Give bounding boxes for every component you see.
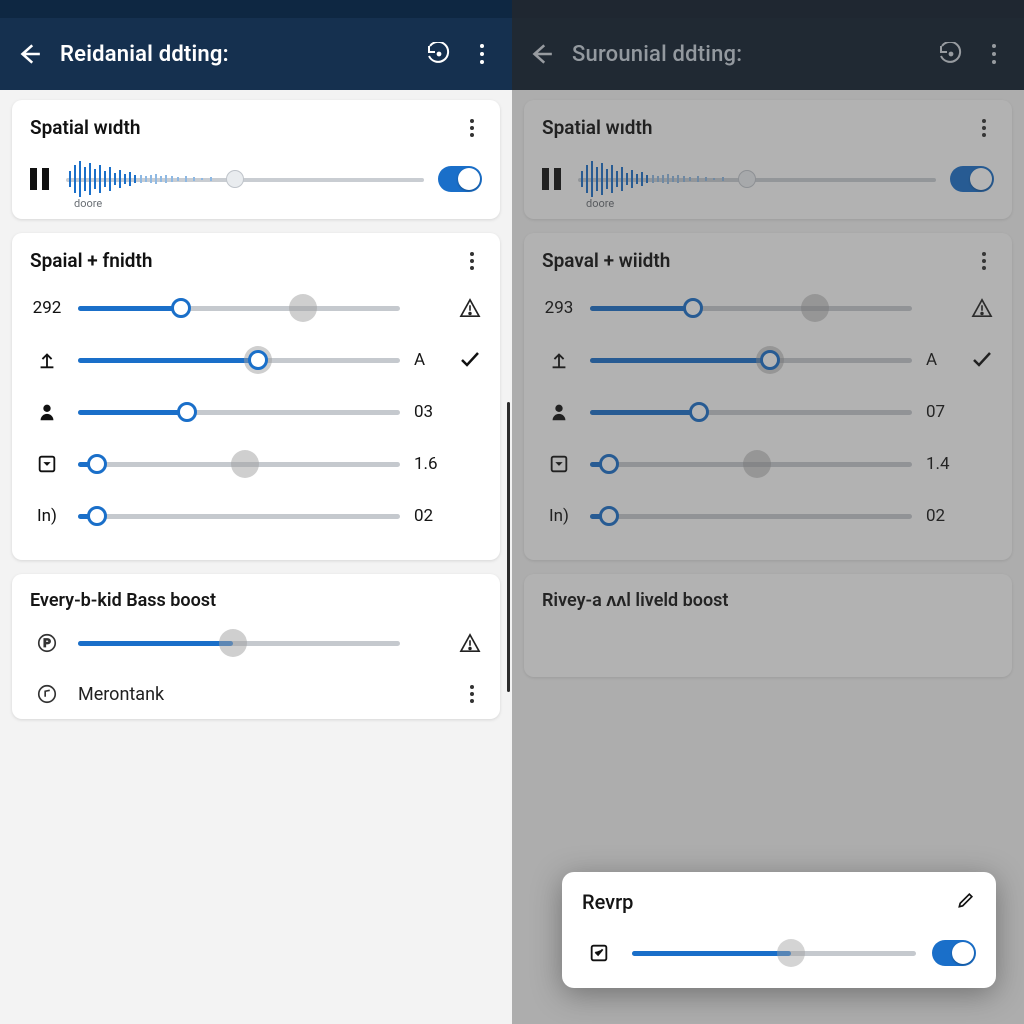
- slider[interactable]: [590, 402, 912, 422]
- row-value: 07: [926, 402, 956, 422]
- card-more-icon[interactable]: [462, 119, 482, 137]
- p-icon: P: [30, 632, 64, 654]
- bass-boost-card: Every-b-kid Bass boost P Merontank: [12, 574, 500, 719]
- box-icon: [30, 453, 64, 475]
- card-more-icon[interactable]: [974, 252, 994, 270]
- check-icon: [458, 348, 482, 372]
- slider[interactable]: [590, 506, 912, 526]
- row-value: 02: [414, 506, 444, 526]
- history-icon[interactable]: [422, 38, 454, 70]
- up-icon: [542, 349, 576, 371]
- slider-row: A: [30, 334, 482, 386]
- box-icon: [582, 942, 616, 964]
- slider[interactable]: [78, 454, 400, 474]
- slider[interactable]: [590, 350, 912, 370]
- card-title: Spaval + wiidth: [542, 249, 670, 272]
- spatial-toggle[interactable]: [950, 166, 994, 192]
- back-icon[interactable]: [528, 41, 554, 67]
- slider[interactable]: [590, 298, 912, 318]
- bass-slider[interactable]: [78, 633, 400, 653]
- row-value: 1.4: [926, 454, 956, 474]
- spatial-width-card: Spatial wıdth doore: [12, 100, 500, 219]
- spatial-toggle[interactable]: [438, 166, 482, 192]
- person-icon: [30, 401, 64, 423]
- popup-toggle[interactable]: [932, 940, 976, 966]
- merontank-label: Merontank: [78, 684, 164, 705]
- slider-row: 1.6: [30, 438, 482, 490]
- slider-row: In) 02: [542, 490, 994, 542]
- waveform-caption: doore: [586, 197, 614, 210]
- back-icon[interactable]: [16, 41, 42, 67]
- history-icon[interactable]: [934, 38, 966, 70]
- waveform-slider[interactable]: doore: [66, 157, 424, 201]
- row-more-icon[interactable]: [462, 685, 482, 703]
- sliders-card: Spaial + fnidth 292 A 03 1.6 In) 02: [12, 233, 500, 560]
- box-icon: [542, 453, 576, 475]
- slider-row: In) 02: [30, 490, 482, 542]
- card-more-icon[interactable]: [974, 119, 994, 137]
- app-bar: Reidanial ddting:: [0, 18, 512, 90]
- warning-icon: [970, 298, 994, 318]
- popup-slider[interactable]: [632, 943, 916, 963]
- row-value: 1.6: [414, 454, 444, 474]
- row-value: 02: [926, 506, 956, 526]
- app-bar: Surounial ddting:: [512, 18, 1024, 90]
- slider[interactable]: [78, 350, 400, 370]
- page-title: Reidanial ddting:: [60, 42, 416, 67]
- pause-icon[interactable]: [542, 168, 564, 190]
- revrp-popup: Revrp: [562, 872, 996, 988]
- scroll-indicator: [507, 402, 510, 692]
- slider[interactable]: [590, 454, 912, 474]
- waveform-slider[interactable]: doore: [578, 157, 936, 201]
- edit-icon[interactable]: [956, 890, 976, 914]
- slider-row: 293: [542, 282, 994, 334]
- row-label: In): [542, 506, 576, 526]
- status-bar: [512, 0, 1024, 18]
- slider-row: 1.4: [542, 438, 994, 490]
- sliders-card: Spaval + wiidth 293 A 07 1.4 In) 02: [524, 233, 1012, 560]
- slider-row: 03: [30, 386, 482, 438]
- slider-row: 292: [30, 282, 482, 334]
- row-label: 292: [30, 298, 64, 318]
- row-value: A: [414, 350, 444, 370]
- svg-text:P: P: [43, 638, 50, 650]
- card-title: Spatial wıdth: [542, 116, 652, 139]
- slider[interactable]: [78, 506, 400, 526]
- more-icon[interactable]: [978, 38, 1010, 70]
- card-title: Every-b-kid Bass boost: [30, 590, 482, 611]
- page-title: Surounial ddting:: [572, 42, 928, 67]
- card-title: Spatial wıdth: [30, 116, 140, 139]
- spatial-width-card: Spatial wıdth doore: [524, 100, 1012, 219]
- bass-boost-card: Rivey-a ʌʌl liveld boost: [524, 574, 1012, 677]
- card-title: Rivey-a ʌʌl liveld boost: [542, 590, 994, 611]
- slider[interactable]: [78, 298, 400, 318]
- row-label: In): [30, 506, 64, 526]
- row-value: A: [926, 350, 956, 370]
- slider-row: A: [542, 334, 994, 386]
- slider-row: 07: [542, 386, 994, 438]
- warning-icon: [458, 298, 482, 318]
- row-label: 293: [542, 298, 576, 318]
- more-icon[interactable]: [466, 38, 498, 70]
- popup-title: Revrp: [582, 890, 633, 914]
- status-bar: [0, 0, 512, 18]
- up-icon: [30, 349, 64, 371]
- waveform-caption: doore: [74, 197, 102, 210]
- music-icon: [30, 683, 64, 705]
- pause-icon[interactable]: [30, 168, 52, 190]
- slider[interactable]: [78, 402, 400, 422]
- warning-icon: [458, 633, 482, 653]
- card-more-icon[interactable]: [462, 252, 482, 270]
- person-icon: [542, 401, 576, 423]
- row-value: 03: [414, 402, 444, 422]
- card-title: Spaial + fnidth: [30, 249, 152, 272]
- check-icon: [970, 348, 994, 372]
